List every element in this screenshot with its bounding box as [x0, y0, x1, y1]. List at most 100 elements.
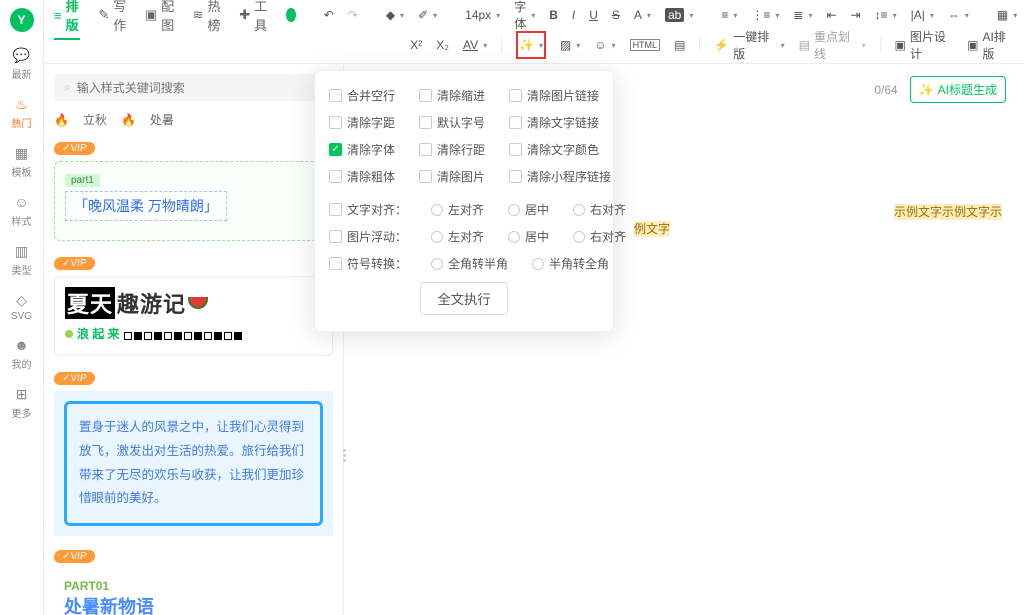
radio-option[interactable]: 右对齐 [573, 201, 626, 218]
checkbox-label: 清除小程序链接 [527, 168, 611, 185]
checkbox-icon [419, 143, 432, 156]
letterspacing-av-button[interactable]: AV [463, 38, 487, 52]
highlight-line[interactable]: ▤重点划线 [799, 28, 866, 62]
cleanup-checkbox[interactable]: ✓清除字体 [329, 141, 395, 158]
execute-button[interactable]: 全文执行 [420, 282, 507, 315]
app-logo[interactable]: Y [10, 8, 34, 32]
line-height-button[interactable]: ↕≡ [875, 8, 897, 22]
cleanup-checkbox[interactable]: 清除图片链接 [509, 87, 599, 104]
underline-button[interactable]: U [589, 8, 598, 22]
paint-bucket[interactable]: ◆ [386, 8, 404, 22]
magic-wand-button[interactable]: ✨ [519, 38, 543, 52]
radio-label: 左对齐 [448, 228, 484, 245]
label: 一键排版 [733, 28, 775, 62]
nav-me[interactable]: ☻ 我的 [12, 336, 32, 371]
subscript-button[interactable]: X₂ [436, 38, 449, 52]
ai-title-button[interactable]: ✨AI标题生成 [910, 76, 1006, 103]
hot-tag[interactable]: 立秋 [83, 111, 107, 128]
list-button[interactable]: ⋮≡ [751, 8, 779, 22]
outdent-button[interactable]: ⇤ [826, 8, 836, 22]
template-card-1[interactable]: part1 「晚风温柔 万物晴朗」 [54, 161, 333, 241]
image-insert-button[interactable]: ▨ [560, 38, 580, 52]
radio-option[interactable]: 居中 [508, 228, 549, 245]
italic-button[interactable]: I [572, 8, 575, 22]
radio-option[interactable]: 右对齐 [573, 228, 626, 245]
separator [501, 37, 502, 53]
radio-group-label: 图片浮动： [329, 228, 407, 245]
radio-group-label: 符号转换： [329, 255, 407, 272]
cleanup-checkbox[interactable]: 清除行距 [419, 141, 485, 158]
emoji-button[interactable]: ☺ [594, 38, 615, 52]
one-click-layout[interactable]: ⚡一键排版 [714, 28, 784, 62]
highlight-bg-button[interactable]: ab [665, 8, 693, 22]
template-card-3[interactable]: 置身于迷人的风景之中，让我们心灵得到放飞，激发出对生活的热爱。旅行给我们带来了无… [54, 391, 333, 536]
checkbox-icon [419, 89, 432, 102]
user-icon: ☻ [13, 336, 31, 354]
radio-icon [573, 231, 585, 243]
cleanup-checkbox[interactable]: 清除文字颜色 [509, 141, 599, 158]
spacing-button[interactable]: ⇔ [948, 8, 969, 22]
font-size-select[interactable]: 14px [465, 8, 500, 22]
nav-svg[interactable]: ◇SVG [11, 291, 32, 322]
strike-button[interactable]: S [612, 8, 620, 22]
radio-option[interactable]: 全角转半角 [431, 255, 508, 272]
radio-option[interactable]: 半角转全角 [532, 255, 609, 272]
align-button[interactable]: ≡ [721, 8, 737, 22]
table-button[interactable]: ▦ [997, 8, 1017, 22]
wand-icon: ✨ [919, 83, 934, 97]
nav-latest[interactable]: 💬最新 [12, 46, 32, 81]
template-card-4[interactable]: PART01 处暑新物语 [54, 569, 333, 615]
label: 图片浮动： [347, 228, 407, 245]
font-family-select[interactable]: 字体 [514, 0, 535, 32]
nav-label: 我的 [12, 356, 32, 371]
cleanup-checkbox[interactable]: 合并空行 [329, 87, 395, 104]
cleanup-checkbox[interactable]: 清除小程序链接 [509, 168, 611, 185]
bold-button[interactable]: B [549, 8, 558, 22]
cleanup-checkbox[interactable]: 清除图片 [419, 168, 485, 185]
search-input[interactable] [77, 81, 323, 95]
search-box[interactable]: ⌕ [54, 74, 333, 101]
checkbox-label: 清除文字链接 [527, 114, 599, 131]
undo-button[interactable]: ↶ [324, 8, 334, 22]
radio-option[interactable]: 居中 [508, 201, 549, 218]
tab-tool[interactable]: ✚工具 [239, 0, 268, 34]
photo-icon: ▣ [895, 38, 906, 52]
color-button[interactable]: A [634, 8, 651, 22]
indent-button[interactable]: ⇥ [851, 8, 861, 22]
tab-write[interactable]: ✎写作 [98, 0, 127, 34]
nav-templates[interactable]: ▦模板 [12, 144, 32, 179]
media-button[interactable]: ▤ [674, 38, 685, 52]
radio-option[interactable]: 左对齐 [431, 201, 484, 218]
nav-hot[interactable]: ♨热门 [12, 95, 32, 130]
template-card-2[interactable]: 夏天趣游记 浪 起 来 [54, 276, 333, 356]
nav-label: 更多 [12, 405, 32, 420]
vip-badge: ✓VIP [53, 550, 95, 563]
ai-layout[interactable]: ▣AI排版 [967, 28, 1014, 62]
cleanup-checkbox[interactable]: 清除粗体 [329, 168, 395, 185]
html-button[interactable]: HTML [630, 39, 661, 51]
tab-hot[interactable]: ≋热榜 [193, 0, 222, 34]
redo-button[interactable]: ↷ [348, 8, 358, 22]
nav-styles[interactable]: ☺样式 [12, 193, 32, 228]
brush-button[interactable]: ✐ [418, 8, 437, 22]
superscript-button[interactable]: X² [410, 38, 422, 52]
cleanup-checkbox[interactable]: 清除字距 [329, 114, 395, 131]
letter-spacing-button[interactable]: |A| [911, 8, 934, 22]
radio-option[interactable]: 左对齐 [431, 228, 484, 245]
checkbox-icon [419, 116, 432, 129]
nav-more[interactable]: ⊞更多 [12, 385, 32, 420]
radio-label: 右对齐 [590, 201, 626, 218]
image-design[interactable]: ▣ 图片设计 [895, 28, 954, 62]
sample-text[interactable]: 示例文字示例文字示例文字 [634, 204, 1002, 237]
nav-types[interactable]: ▥类型 [12, 242, 32, 277]
ordered-list-button[interactable]: ≣ [793, 8, 812, 22]
tab-image[interactable]: ▣配图 [145, 0, 175, 34]
cleanup-checkbox[interactable]: 清除文字链接 [509, 114, 599, 131]
hot-tag[interactable]: 处暑 [150, 111, 174, 128]
checkbox-label: 合并空行 [347, 87, 395, 104]
tab-layout[interactable]: ≡排版 [54, 0, 80, 34]
cleanup-checkbox[interactable]: 默认字号 [419, 114, 485, 131]
label: 图片设计 [910, 28, 953, 62]
card-body: 置身于迷人的风景之中，让我们心灵得到放飞，激发出对生活的热爱。旅行给我们带来了无… [64, 401, 323, 526]
cleanup-checkbox[interactable]: 清除缩进 [419, 87, 485, 104]
